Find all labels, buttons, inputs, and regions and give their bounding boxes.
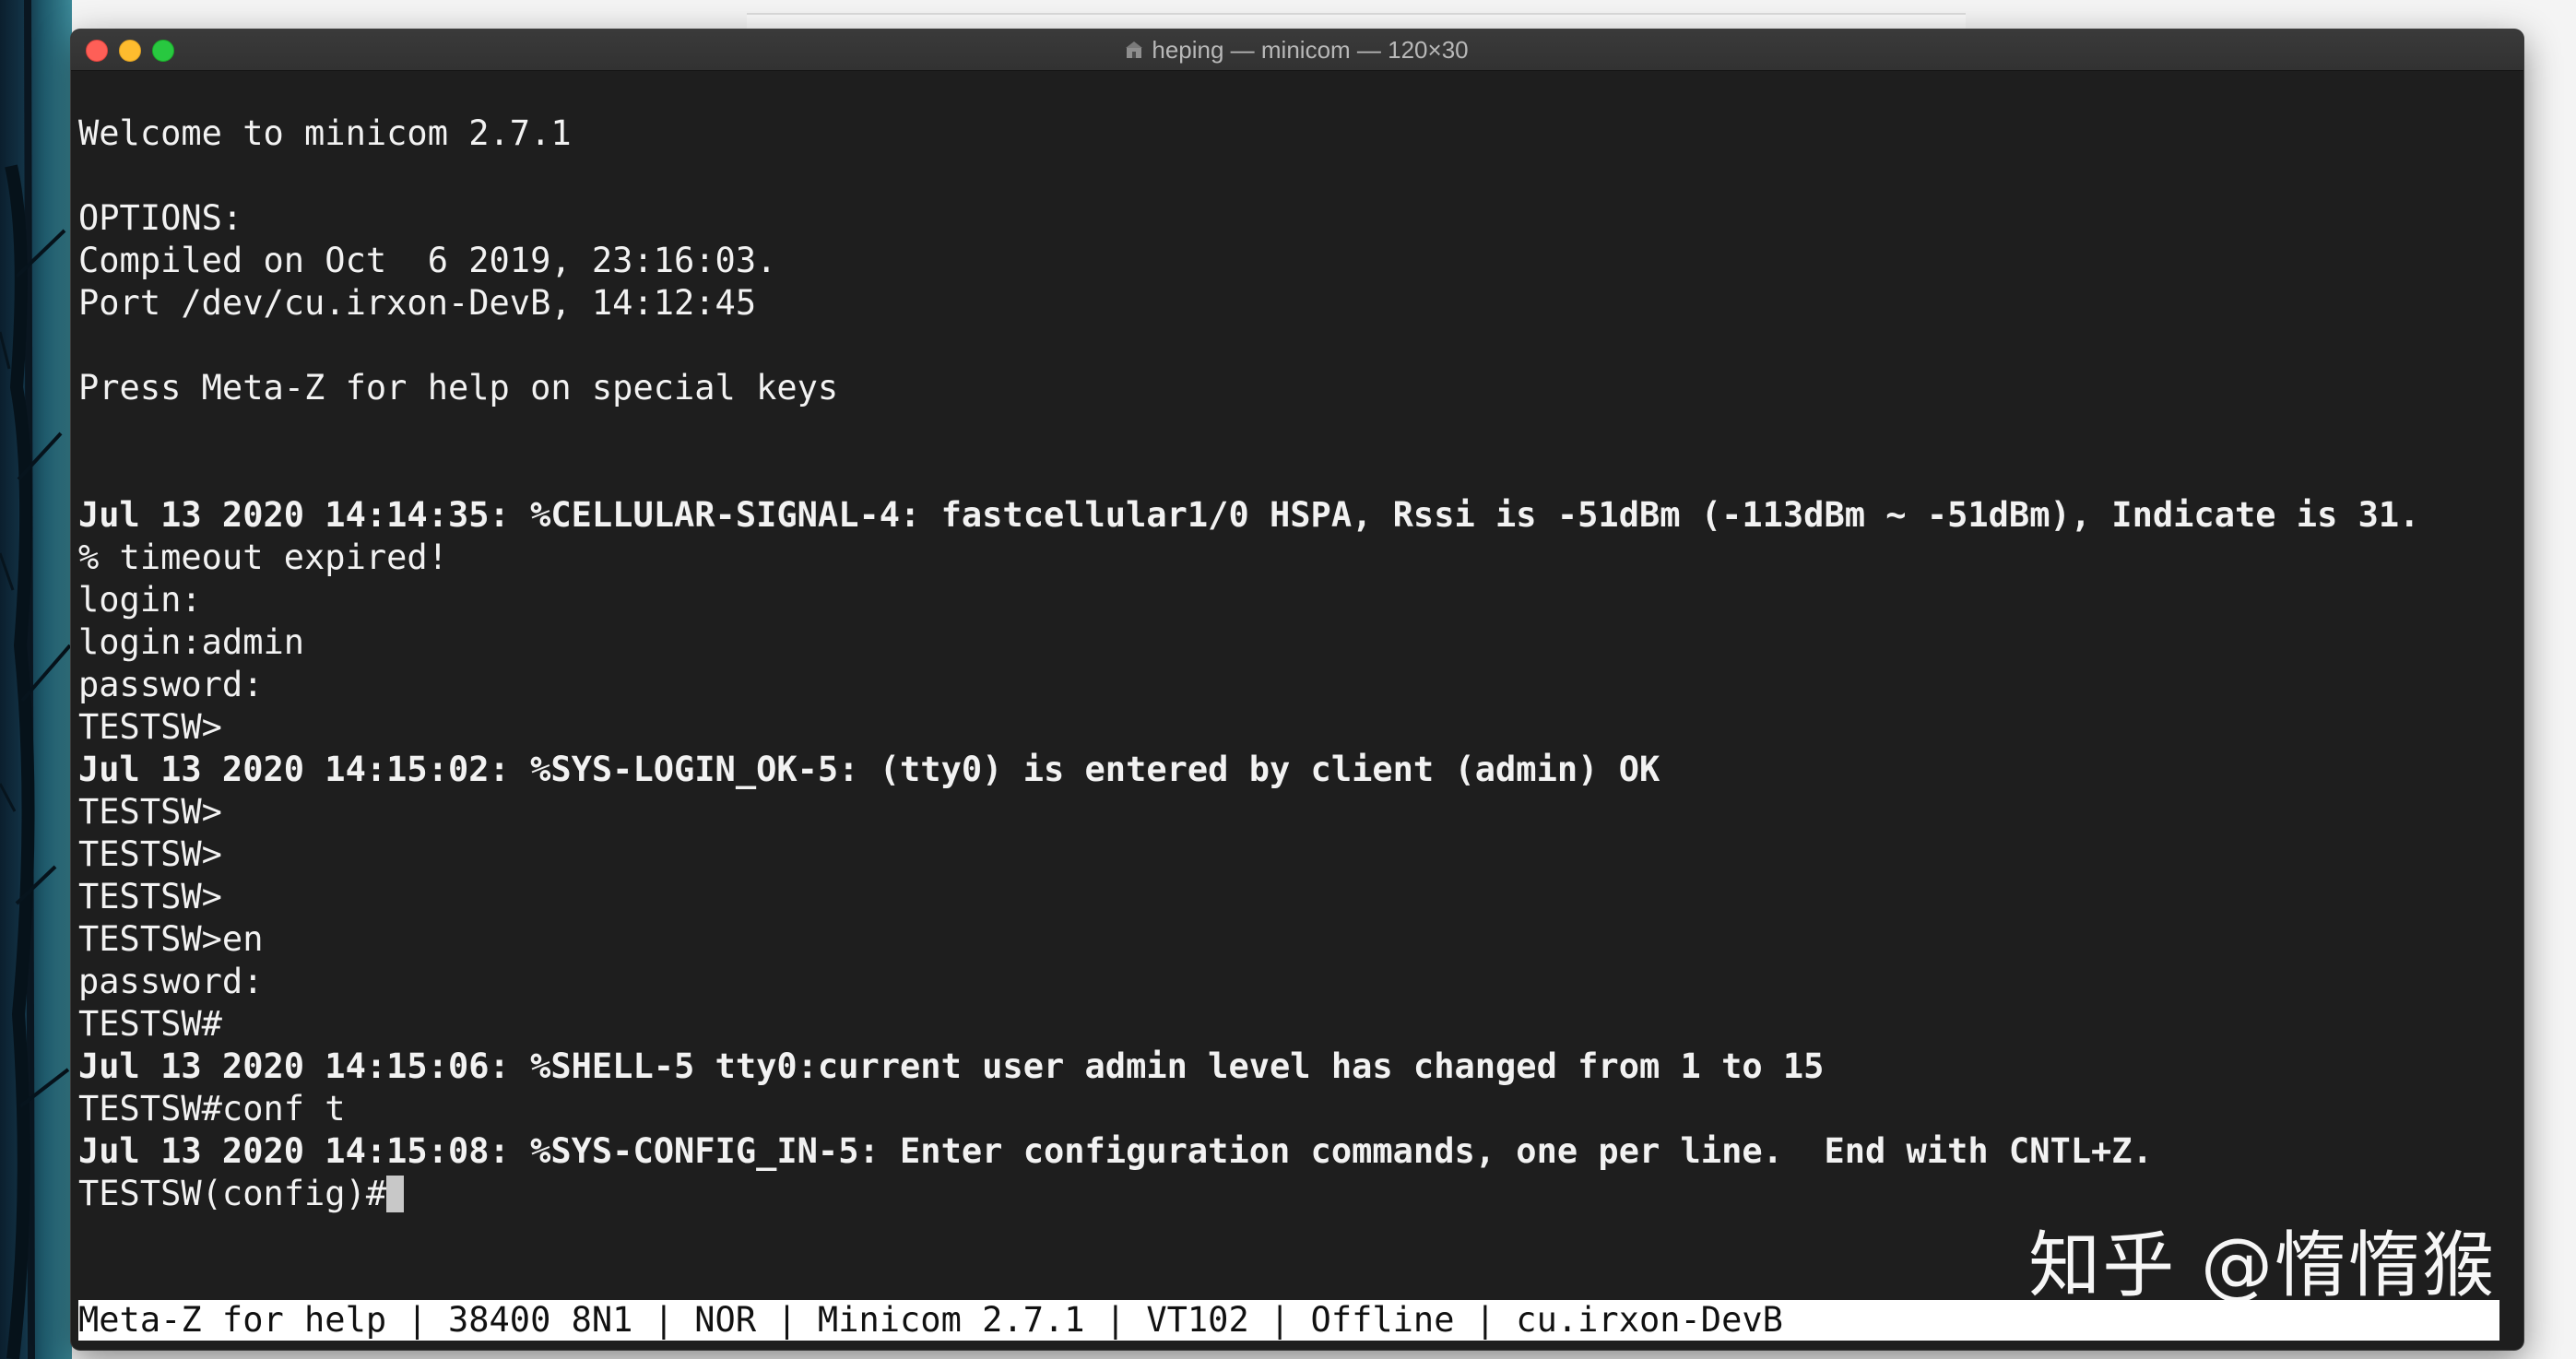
desktop: heping — minicom — 120×30 Welcome to min… [0, 0, 2576, 1359]
text-cursor [386, 1176, 405, 1212]
window-title: heping — minicom — 120×30 [1152, 35, 1469, 64]
terminal-line: password: [78, 962, 264, 1001]
title-bar[interactable]: heping — minicom — 120×30 [71, 30, 2523, 71]
window-title-area: heping — minicom — 120×30 [71, 30, 2523, 70]
terminal-line: Port /dev/cu.irxon-DevB, 14:12:45 [78, 283, 757, 323]
terminal-line: Jul 13 2020 14:15:06: %SHELL-5 tty0:curr… [78, 1046, 1825, 1086]
terminal-line: login: [78, 580, 202, 620]
terminal-line: TESTSW> [78, 877, 222, 916]
terminal-line: Jul 13 2020 14:15:02: %SYS-LOGIN_OK-5: (… [78, 750, 1660, 789]
terminal-line: TESTSW# [78, 1004, 222, 1044]
terminal-line: % timeout expired! [78, 538, 448, 577]
terminal-line: TESTSW>en [78, 919, 264, 959]
desktop-wallpaper [0, 0, 72, 1359]
terminal-line: Jul 13 2020 14:14:35: %CELLULAR-SIGNAL-4… [78, 495, 2420, 535]
terminal-line: login:admin [78, 622, 305, 662]
terminal-line: Welcome to minicom 2.7.1 [78, 113, 572, 153]
zhihu-watermark: 知乎 @惰惰猴 [2028, 1224, 2496, 1307]
terminal-line: TESTSW> [78, 834, 222, 874]
terminal-line: Compiled on Oct 6 2019, 23:16:03. [78, 241, 777, 280]
terminal-output[interactable]: Welcome to minicom 2.7.1 OPTIONS: Compiled… [78, 70, 2512, 1269]
terminal-line: password: [78, 665, 264, 704]
terminal-line: TESTSW#conf t [78, 1089, 346, 1129]
home-folder-icon [1126, 41, 1143, 59]
terminal-line: OPTIONS: [78, 198, 243, 238]
terminal-line: Jul 13 2020 14:15:08: %SYS-CONFIG_IN-5: … [78, 1131, 2153, 1171]
terminal-window[interactable]: heping — minicom — 120×30 Welcome to min… [71, 30, 2523, 1350]
terminal-line: TESTSW> [78, 792, 222, 832]
terminal-line: Press Meta-Z for help on special keys [78, 368, 839, 408]
wallpaper-trees-image [0, 0, 72, 1359]
terminal-line: TESTSW> [78, 707, 222, 747]
